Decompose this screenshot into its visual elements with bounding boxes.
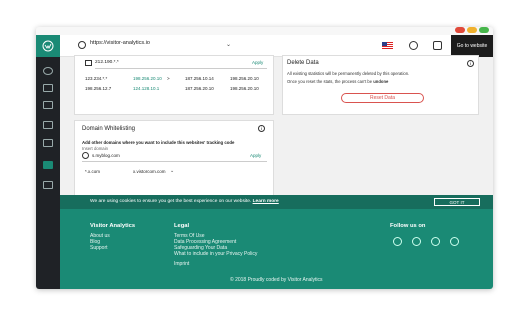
site-selector[interactable]: https://visitor-analytics.io [90,40,150,46]
dashboard-icon[interactable] [43,67,53,75]
card-title: Domain Whitelisting [82,126,136,132]
window-titlebar [36,27,493,35]
footer-brand: Visitor Analytics [90,223,136,229]
ip-input[interactable]: 212.190.*.* [95,60,119,65]
globe-icon [82,152,89,159]
ip-cell: 187.256.10.14 [185,76,214,81]
ip-cell: 198.256.20.10 [133,76,162,81]
ip-cell: 198.256.12.7 [85,86,112,91]
cookie-text: We are using cookies to ensure you get t… [90,199,279,204]
domain-entry: *.x.com [85,169,101,174]
go-to-website-button[interactable]: Go to website [451,35,493,57]
ip-cell: 124.128.10.1 [133,86,160,91]
delete-description: All existing statistics will be permanen… [287,71,410,76]
footer-link[interactable]: Support [90,245,108,251]
warning-bold: undone [373,79,389,84]
input-underline [95,68,267,69]
domain-entry: x.vistorcom.com [133,169,166,174]
logo-icon [42,40,54,52]
delete-warning: Once you reset the stats, the process ca… [287,79,388,84]
warning-text: Once you reset the stats, the process ca… [287,79,374,84]
ip-apply-link[interactable]: Apply [252,60,263,65]
domain-input[interactable]: s.myblog.com [92,153,120,158]
sidebar [36,57,60,289]
ip-cell: > [167,76,170,81]
info-icon[interactable]: i [467,60,474,67]
got-it-button[interactable]: GOT IT [434,198,480,206]
visitors-icon[interactable] [43,84,53,92]
twitter-icon[interactable] [412,237,421,246]
ip-cell: 187.256.20.10 [185,86,214,91]
ip-exclusion-card: 212.190.*.* Apply 123.234.*.* 198.256.20… [74,55,274,115]
instagram-icon[interactable] [450,237,459,246]
linkedin-icon[interactable] [431,237,440,246]
top-bar: https://visitor-analytics.io ⌄ Go to web… [36,35,493,57]
follow-us-title: Follow us on [390,223,426,229]
logo[interactable] [36,35,60,57]
remove-domain-icon[interactable]: ⌄ [170,168,174,174]
settings-icon[interactable] [43,161,53,169]
footer: Visitor Analytics About us Blog Support … [60,209,493,289]
app-window: https://visitor-analytics.io ⌄ Go to web… [36,27,493,289]
chevron-down-icon[interactable]: ⌄ [226,41,231,48]
footer-link[interactable]: What to include in your Privacy Policy [174,251,257,257]
facebook-icon[interactable] [393,237,402,246]
pages-icon[interactable] [43,121,53,129]
delete-data-card: Delete Data i All existing statistics wi… [282,55,479,115]
campaigns-icon[interactable] [43,139,53,147]
info-icon[interactable]: i [258,125,265,132]
footer-legal-title: Legal [174,223,190,229]
card-title: Delete Data [287,60,319,66]
imprint-link[interactable]: Imprint [174,261,189,267]
ip-cell: 123.234.*.* [85,76,108,81]
us-flag-icon[interactable] [382,42,393,50]
cookie-message: We are using cookies to ensure you get t… [90,199,252,204]
maximize-window-icon[interactable] [479,27,489,33]
user-icon[interactable] [409,41,418,50]
card-description: Add other domains where you want to incl… [82,140,235,145]
insert-domain-label: Insert domain [82,146,109,151]
reset-data-button[interactable]: Reset Data [341,93,424,103]
logout-icon[interactable] [433,41,442,50]
ip-cell: 198.256.20.10 [230,86,259,91]
ip-cell: 198.256.20.10 [230,76,259,81]
reports-icon[interactable] [43,101,53,109]
feedback-icon[interactable] [43,181,53,189]
learn-more-link[interactable]: Learn more [253,199,279,204]
cookie-bar: We are using cookies to ensure you get t… [60,195,493,212]
globe-icon [78,41,86,49]
input-underline [82,161,267,162]
copyright: © 2018 Proudly coded by Visitor Analytic… [230,277,323,283]
minimize-window-icon[interactable] [467,27,477,33]
close-window-icon[interactable] [455,27,465,33]
domain-apply-link[interactable]: Apply [250,153,261,158]
monitor-icon [85,60,92,66]
